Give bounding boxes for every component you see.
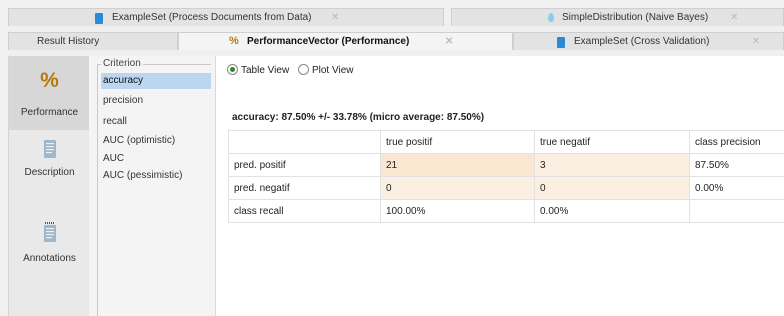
sidebar-item-label: Description [24, 167, 75, 178]
percent-icon: % [229, 35, 239, 47]
tab-exampleset-cross-validation[interactable]: ExampleSet (Cross Validation) ✕ [513, 32, 784, 50]
table-row: pred. positif 21 3 87.50% [228, 153, 784, 177]
sidebar-item-label: Annotations [23, 253, 76, 264]
tab-simpledistribution[interactable]: SimpleDistribution (Naive Bayes) ✕ [451, 8, 784, 26]
table-view-label: Table View [241, 65, 290, 76]
tab-label: Result History [37, 36, 100, 47]
view-sidebar: % Performance Description Annotations [8, 56, 91, 316]
tab-result-history[interactable]: Result History [8, 32, 178, 50]
notes-icon [44, 222, 56, 245]
tab-label: ExampleSet (Cross Validation) [574, 36, 710, 47]
tab-label: SimpleDistribution (Naive Bayes) [562, 12, 709, 23]
sidebar-item-description[interactable]: Description [9, 136, 90, 206]
table-icon [95, 13, 103, 24]
table-cell [689, 199, 784, 223]
criterion-item-recall[interactable]: recall [101, 114, 211, 130]
table-cell: 100.00% [380, 199, 535, 223]
sidebar-item-label: Performance [20, 107, 79, 118]
criterion-item-auc-pessimistic[interactable]: AUC (pessimistic) [101, 168, 211, 184]
document-icon [44, 140, 56, 161]
table-row: pred. negatif 0 0 0.00% [228, 176, 784, 200]
performance-summary: accuracy: 87.50% +/- 33.78% (micro avera… [232, 112, 485, 123]
tab-label: ExampleSet (Process Documents from Data) [112, 12, 312, 23]
criterion-item-precision[interactable]: precision [101, 93, 211, 109]
tab-label: PerformanceVector (Performance) [247, 36, 410, 47]
performance-content: Table View Plot View accuracy: 87.50% +/… [216, 56, 784, 316]
plot-view-radio[interactable] [297, 64, 309, 75]
percent-icon: % [40, 69, 59, 92]
criterion-item-auc-optimistic[interactable]: AUC (optimistic) [101, 133, 211, 149]
criterion-panel: Criterion accuracy precision recall AUC … [89, 56, 216, 316]
header-cell: class precision [689, 130, 784, 154]
header-cell: true positif [380, 130, 535, 154]
result-tab-row: Result History % PerformanceVector (Perf… [0, 32, 784, 51]
table-row: class recall 100.00% 0.00% [228, 199, 784, 223]
table-cell: 3 [534, 153, 690, 177]
confusion-matrix-table: true positif true negatif class precisio… [228, 130, 784, 223]
row-header-cell: pred. positif [228, 153, 381, 177]
table-cell: 21 [380, 153, 535, 177]
tab-performancevector[interactable]: % PerformanceVector (Performance) ✕ [178, 32, 513, 50]
table-cell: 0.00% [534, 199, 690, 223]
table-icon [557, 37, 565, 48]
plot-view-option[interactable]: Plot View [297, 64, 354, 78]
table-cell: 0 [380, 176, 535, 200]
table-cell: 0 [534, 176, 690, 200]
view-toggle: Table View Plot View [227, 64, 359, 78]
droplet-icon [548, 13, 554, 22]
tab-exampleset-process-documents[interactable]: ExampleSet (Process Documents from Data)… [8, 8, 444, 26]
header-cell: true negatif [534, 130, 690, 154]
close-icon[interactable]: ✕ [752, 33, 760, 51]
table-header-row: true positif true negatif class precisio… [228, 130, 784, 154]
criterion-item-auc[interactable]: AUC [101, 151, 211, 167]
sidebar-item-performance[interactable]: % Performance [9, 56, 90, 130]
table-view-radio[interactable] [227, 64, 238, 75]
criterion-title: Criterion [101, 58, 143, 69]
close-icon[interactable]: ✕ [331, 9, 339, 27]
sidebar-item-annotations[interactable]: Annotations [9, 220, 90, 290]
row-header-cell: pred. negatif [228, 176, 381, 200]
table-view-option[interactable]: Table View [227, 64, 289, 78]
criterion-item-accuracy[interactable]: accuracy [101, 73, 211, 89]
top-tab-row: ExampleSet (Process Documents from Data)… [0, 8, 784, 27]
plot-view-label: Plot View [311, 65, 354, 76]
table-cell: 87.50% [689, 153, 784, 177]
close-icon[interactable]: ✕ [730, 9, 738, 27]
row-header-cell: class recall [228, 199, 381, 223]
header-cell [228, 130, 381, 154]
table-cell: 0.00% [689, 176, 784, 200]
close-icon[interactable]: ✕ [445, 33, 453, 51]
